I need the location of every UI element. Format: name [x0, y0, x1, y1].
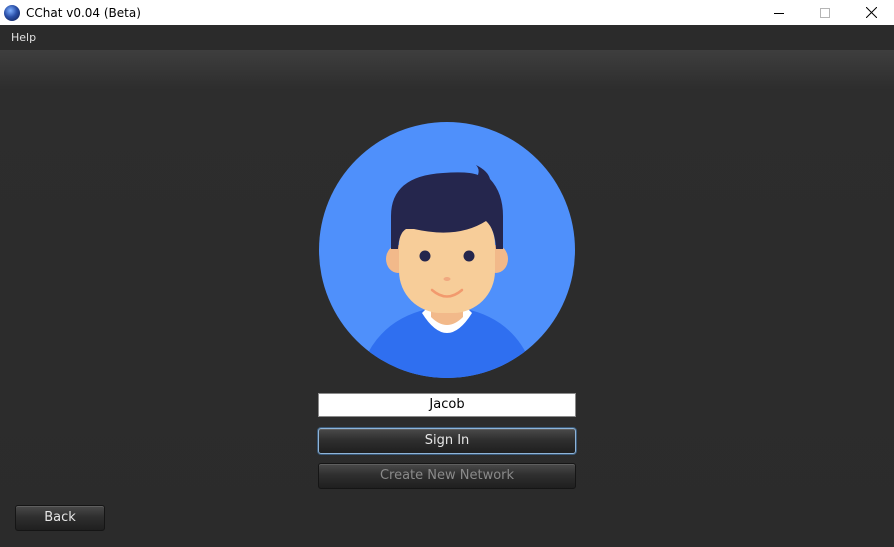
sign-in-button[interactable]: Sign In: [318, 428, 576, 454]
minimize-button[interactable]: [756, 0, 802, 25]
username-field[interactable]: Jacob: [318, 393, 576, 417]
close-button[interactable]: [848, 0, 894, 25]
app-globe-icon: [4, 4, 20, 21]
window-controls: [756, 0, 894, 25]
close-icon: [865, 7, 877, 18]
user-avatar-icon: [319, 122, 575, 378]
menu-bar: Help: [0, 25, 894, 50]
menu-help[interactable]: Help: [11, 31, 36, 44]
title-bar: CChat v0.04 (Beta): [0, 0, 894, 25]
minimize-icon: [774, 12, 784, 14]
maximize-button[interactable]: [802, 0, 848, 25]
create-new-network-button[interactable]: Create New Network: [318, 463, 576, 489]
window-title: CChat v0.04 (Beta): [26, 5, 141, 20]
login-panel: Jacob Sign In Create New Network Back: [0, 50, 894, 547]
maximize-icon: [820, 7, 830, 18]
back-button[interactable]: Back: [15, 505, 105, 531]
